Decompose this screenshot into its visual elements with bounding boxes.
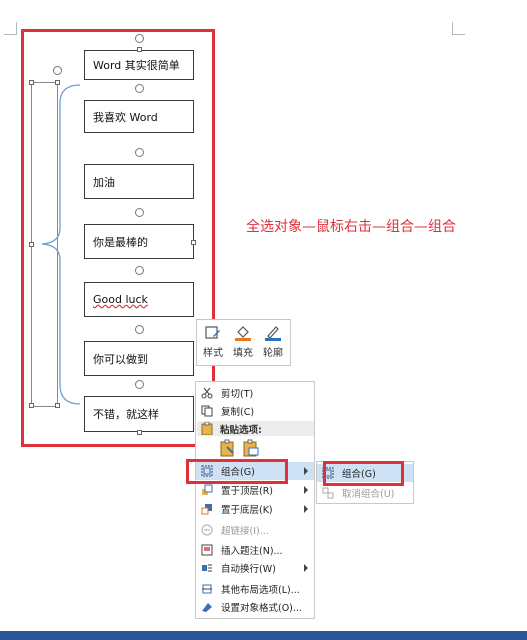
style-label: 样式 — [203, 348, 223, 359]
menu-item-more-layout[interactable]: 其他布局选项(L)... — [196, 580, 314, 598]
format-object-icon — [201, 601, 213, 613]
paste-picture-icon — [243, 439, 259, 457]
paste-options-header: 粘贴选项: — [197, 421, 314, 436]
fill-label: 填充 — [233, 348, 253, 359]
submenu-arrow-icon — [304, 467, 308, 475]
group-submenu-highlight-box — [323, 461, 404, 486]
context-menu: 剪切(T) 复制(C) 粘贴选项: 组合(G) 置于顶层(R) 置于底层(K) … — [195, 381, 315, 619]
paste-keep-formatting-button[interactable] — [219, 439, 237, 457]
layout-options-icon — [201, 583, 213, 595]
send-to-back-icon — [201, 503, 213, 515]
menu-item-bring-to-front-label: 置于顶层(R) — [221, 486, 274, 497]
wrap-text-icon — [201, 562, 213, 574]
menu-item-insert-caption-label: 插入题注(N)... — [221, 546, 283, 557]
menu-item-wrap-text-label: 自动换行(W) — [221, 564, 276, 575]
menu-item-copy[interactable]: 复制(C) — [196, 402, 314, 420]
menu-item-insert-caption[interactable]: 插入题注(N)... — [196, 541, 314, 559]
style-icon — [204, 324, 222, 342]
menu-item-format-object-label: 设置对象格式(O)... — [221, 603, 302, 614]
instruction-annotation: 全选对象—鼠标右击—组合—组合 — [246, 219, 456, 235]
objects-highlight-box — [21, 29, 215, 447]
outline-label: 轮廓 — [263, 348, 283, 359]
menu-item-hyperlink[interactable]: 超链接(I)... — [196, 521, 314, 539]
menu-item-send-to-back-label: 置于底层(K) — [221, 505, 273, 516]
paste-brush-icon — [220, 439, 234, 457]
bring-to-front-icon — [201, 484, 213, 496]
outline-button[interactable]: 轮廓 — [259, 322, 287, 364]
menu-item-hyperlink-label: 超链接(I)... — [221, 526, 269, 537]
menu-item-more-layout-label: 其他布局选项(L)... — [221, 585, 300, 596]
page-corner-mark-top-left — [4, 22, 17, 35]
clipboard-icon — [201, 421, 213, 438]
insert-caption-icon — [201, 544, 213, 556]
hyperlink-icon — [201, 524, 213, 536]
paste-options-label: 粘贴选项: — [220, 424, 262, 436]
submenu-item-ungroup-label: 取消组合(U) — [342, 489, 395, 500]
paste-picture-button[interactable] — [242, 439, 260, 457]
menu-item-cut[interactable]: 剪切(T) — [196, 384, 314, 402]
menu-item-wrap-text[interactable]: 自动换行(W) — [196, 559, 314, 577]
menu-item-format-object[interactable]: 设置对象格式(O)... — [196, 598, 314, 616]
submenu-item-ungroup[interactable]: 取消组合(U) — [317, 484, 413, 502]
menu-item-send-to-back[interactable]: 置于底层(K) — [196, 500, 314, 518]
submenu-arrow-icon — [304, 564, 308, 572]
menu-item-cut-label: 剪切(T) — [221, 389, 254, 400]
style-button[interactable]: 样式 — [199, 322, 227, 364]
page-corner-mark-top-right — [452, 22, 465, 35]
group-menu-highlight-box — [186, 459, 288, 484]
menu-item-copy-label: 复制(C) — [221, 407, 255, 418]
submenu-arrow-icon — [304, 486, 308, 494]
outline-pen-icon — [264, 324, 282, 342]
fill-bucket-icon — [234, 324, 252, 342]
copy-icon — [201, 405, 213, 417]
mini-toolbar: 样式 填充 轮廓 — [196, 319, 291, 366]
fill-button[interactable]: 填充 — [229, 322, 257, 364]
status-bar — [0, 631, 527, 640]
submenu-arrow-icon — [304, 505, 308, 513]
ungroup-icon — [322, 487, 334, 499]
scissors-icon — [201, 387, 213, 399]
